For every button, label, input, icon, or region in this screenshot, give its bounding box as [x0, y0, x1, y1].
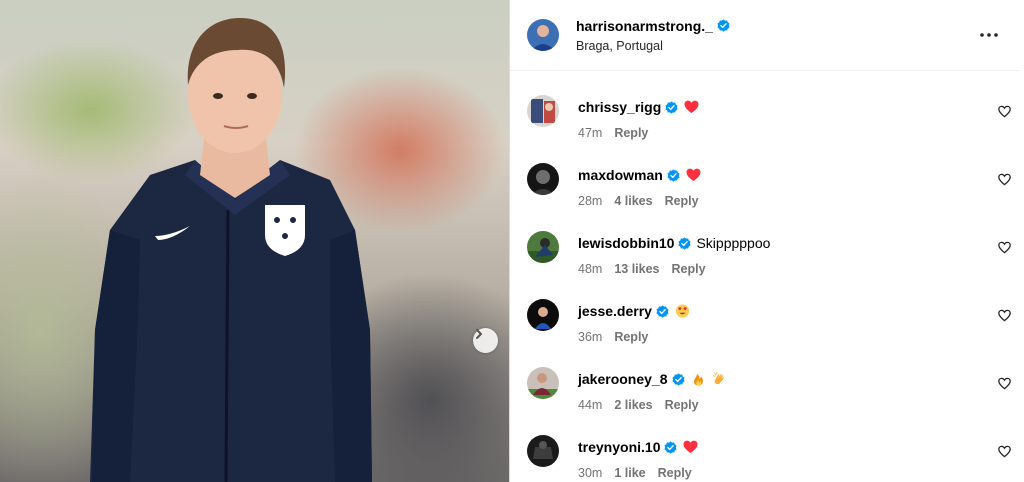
- verified-badge-icon: [671, 372, 685, 386]
- reply-button[interactable]: Reply: [665, 398, 699, 412]
- more-options-button[interactable]: [978, 24, 1000, 46]
- post-side-panel: harrisonarmstrong._ Braga, Portugal chri…: [509, 0, 1020, 482]
- comment-time[interactable]: 44m: [578, 398, 602, 412]
- red-heart-emoji-icon: [683, 440, 698, 454]
- post-header: harrisonarmstrong._ Braga, Portugal: [510, 0, 1020, 71]
- reply-button[interactable]: Reply: [658, 466, 692, 480]
- clapping-hands-emoji-icon: [712, 372, 724, 385]
- comment-item: lewisdobbin10 Skipppppoo 48m 13 likes Re…: [527, 231, 1011, 291]
- comment-time[interactable]: 48m: [578, 262, 602, 276]
- verified-badge-icon: [667, 168, 680, 182]
- like-comment-button[interactable]: [998, 377, 1011, 390]
- chevron-right-icon: [476, 329, 482, 339]
- comment-time[interactable]: 28m: [578, 194, 602, 208]
- like-comment-button[interactable]: [998, 241, 1011, 254]
- comment-text: Skipppppoo: [696, 235, 771, 251]
- comment-likes[interactable]: 2 likes: [614, 398, 652, 412]
- like-comment-button[interactable]: [998, 105, 1011, 118]
- comment-username[interactable]: maxdowman: [578, 167, 663, 183]
- commenter-avatar[interactable]: [527, 299, 559, 331]
- more-options-icon: [980, 33, 998, 37]
- author-avatar[interactable]: [527, 19, 559, 51]
- comment-likes[interactable]: 13 likes: [614, 262, 659, 276]
- comment-item: jakerooney_8 44m 2 likes Reply: [527, 367, 1011, 427]
- comment-time[interactable]: 47m: [578, 126, 602, 140]
- comment-username[interactable]: jesse.derry: [578, 303, 652, 319]
- author-username[interactable]: harrisonarmstrong._: [576, 18, 713, 34]
- heart-outline-icon: [998, 309, 1011, 322]
- like-comment-button[interactable]: [998, 309, 1011, 322]
- reply-button[interactable]: Reply: [614, 330, 648, 344]
- like-comment-button[interactable]: [998, 173, 1011, 186]
- verified-badge-icon: [717, 19, 730, 32]
- post-photo: [0, 0, 509, 482]
- comment-likes[interactable]: 1 like: [614, 466, 645, 480]
- comment-item: jesse.derry 36m Reply: [527, 299, 1011, 359]
- heart-outline-icon: [998, 241, 1011, 254]
- commenter-avatar[interactable]: [527, 435, 559, 467]
- comment-username[interactable]: chrissy_rigg: [578, 99, 661, 115]
- verified-badge-icon: [665, 100, 678, 114]
- heart-outline-icon: [998, 105, 1011, 118]
- verified-badge-icon: [664, 440, 677, 454]
- comment-username[interactable]: lewisdobbin10: [578, 235, 674, 251]
- post-location[interactable]: Braga, Portugal: [576, 39, 730, 53]
- heart-eyes-emoji-icon: [675, 304, 690, 318]
- comment-time[interactable]: 30m: [578, 466, 602, 480]
- comment-item: maxdowman 28m 4 likes Reply: [527, 163, 1011, 223]
- commenter-avatar[interactable]: [527, 231, 559, 263]
- red-heart-emoji-icon: [686, 168, 701, 182]
- verified-badge-icon: [678, 236, 691, 250]
- comment-time[interactable]: 36m: [578, 330, 602, 344]
- fire-emoji-icon: [693, 373, 703, 386]
- heart-outline-icon: [998, 445, 1011, 458]
- heart-outline-icon: [998, 173, 1011, 186]
- reply-button[interactable]: Reply: [665, 194, 699, 208]
- reply-button[interactable]: Reply: [672, 262, 706, 276]
- comment-item: treynyoni.10 30m 1 like Reply: [527, 435, 1011, 482]
- heart-outline-icon: [998, 377, 1011, 390]
- commenter-avatar[interactable]: [527, 163, 559, 195]
- comment-username[interactable]: jakerooney_8: [578, 371, 668, 387]
- player-photo-illustration: [90, 18, 372, 482]
- commenter-avatar[interactable]: [527, 367, 559, 399]
- red-heart-emoji-icon: [684, 100, 699, 114]
- comment-likes[interactable]: 4 likes: [614, 194, 652, 208]
- comment-username[interactable]: treynyoni.10: [578, 439, 660, 455]
- verified-badge-icon: [656, 304, 669, 318]
- reply-button[interactable]: Reply: [614, 126, 648, 140]
- like-comment-button[interactable]: [998, 445, 1011, 458]
- commenter-avatar[interactable]: [527, 95, 559, 127]
- comment-item: chrissy_rigg 47m Reply: [527, 95, 1011, 155]
- next-photo-button[interactable]: [473, 328, 498, 353]
